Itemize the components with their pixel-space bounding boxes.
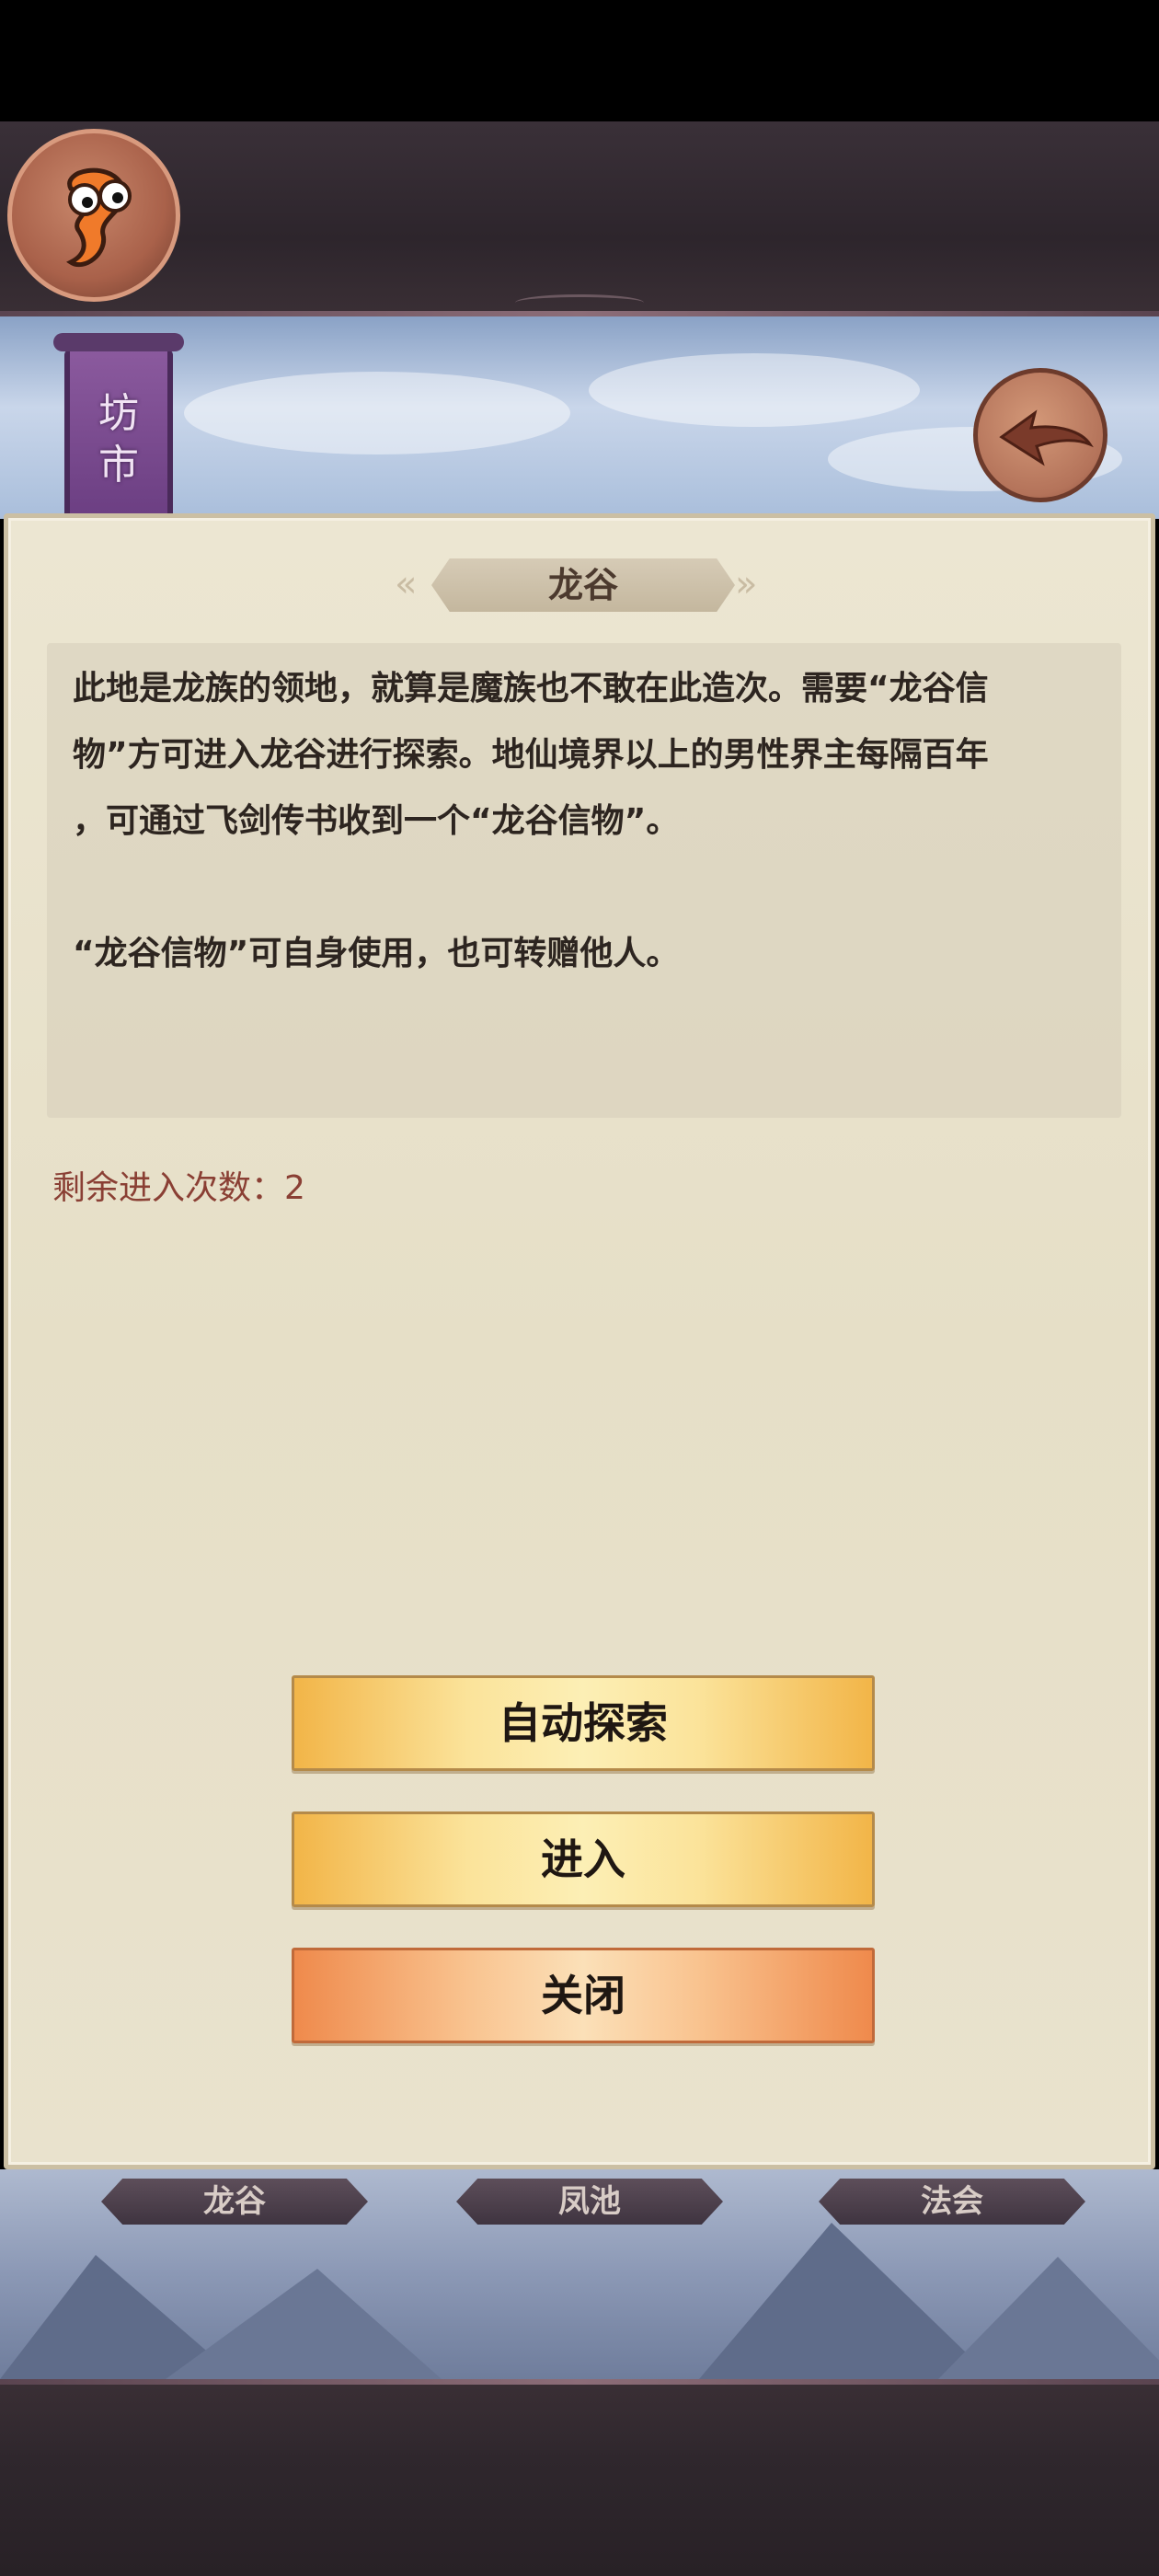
- description-paragraph-1: 此地是龙族的领地，就算是魔族也不敢在此造次。需要“龙谷信 物”方可进入龙谷进行探…: [73, 670, 989, 840]
- description-box: 此地是龙族的领地，就算是魔族也不敢在此造次。需要“龙谷信 物”方可进入龙谷进行探…: [47, 643, 1121, 1118]
- tab-dharma-assembly[interactable]: 法会: [819, 2179, 1085, 2225]
- back-button[interactable]: [973, 368, 1107, 502]
- dialog-title-frame: « 龙谷 »: [395, 558, 757, 612]
- tab-phoenix-pool[interactable]: 凤池: [456, 2179, 723, 2225]
- back-arrow-icon: [999, 409, 1094, 466]
- bottom-bar-trim: [0, 2379, 1159, 2385]
- description-paragraph-2: “龙谷信物”可自身使用，也可转赠他人。: [73, 935, 680, 972]
- remaining-entries-label: 剩余进入次数：2: [52, 1169, 305, 1207]
- dragon-valley-dialog: « 龙谷 » 此地是龙族的领地，就算是魔族也不敢在此造次。需要“龙谷信 物”方可…: [4, 513, 1155, 2169]
- dialog-title: 龙谷: [431, 558, 735, 612]
- top-bar-ornament: [515, 294, 644, 311]
- close-button[interactable]: 关闭: [292, 1948, 875, 2043]
- auto-explore-button[interactable]: 自动探索: [292, 1675, 875, 1771]
- status-bar: [0, 0, 1159, 121]
- tab-dragon-valley[interactable]: 龙谷: [101, 2179, 368, 2225]
- player-avatar[interactable]: [7, 129, 180, 302]
- right-chevron-decoration-icon: »: [735, 563, 758, 605]
- enter-button[interactable]: 进入: [292, 1811, 875, 1907]
- banner-cap: [53, 333, 184, 351]
- left-chevron-decoration-icon: «: [395, 563, 418, 605]
- bottom-bar: [0, 2379, 1159, 2576]
- market-banner[interactable]: 坊 市: [53, 333, 184, 519]
- cartoon-mascot-icon: [66, 167, 132, 268]
- banner-label: 坊 市: [98, 390, 139, 489]
